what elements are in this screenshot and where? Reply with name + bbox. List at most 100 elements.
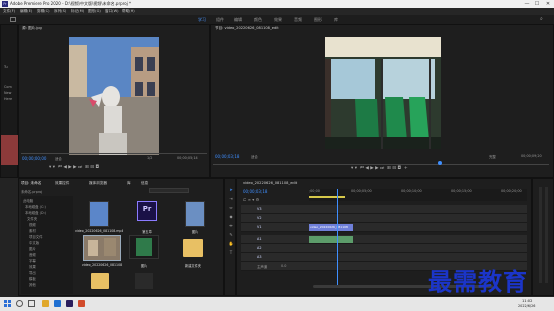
source-fit-select[interactable]: 适合 — [55, 156, 62, 161]
folder-icon[interactable] — [91, 273, 109, 289]
timeline-playhead[interactable] — [337, 189, 338, 285]
workspace-assembly[interactable]: 组件 — [216, 17, 224, 23]
task-view-icon[interactable] — [28, 300, 35, 307]
app-taskbar-icon[interactable] — [78, 300, 85, 307]
media-item-image[interactable] — [185, 201, 205, 227]
program-fit-select[interactable]: 适合 — [251, 154, 258, 159]
tree-item[interactable]: 中文版 — [29, 240, 39, 245]
tab-project[interactable]: 项目: 未命名 — [21, 181, 41, 186]
camera-icon[interactable]: ◘ — [95, 165, 99, 170]
media-item-dark[interactable] — [135, 273, 153, 289]
source-scrub-bar[interactable] — [21, 153, 207, 154]
track-select-icon[interactable]: ⇥ — [228, 196, 234, 202]
prog-mark-in-icon[interactable]: ▾ — [351, 166, 353, 171]
windows-start-icon[interactable] — [4, 300, 11, 307]
prog-go-to-in-icon[interactable]: ⏮ — [360, 166, 364, 171]
mark-in-icon[interactable]: ▾ — [49, 165, 51, 170]
workspace-editing[interactable]: 编辑 — [234, 17, 242, 23]
program-scale-select[interactable]: 完整 — [489, 154, 496, 159]
work-area-bar[interactable] — [309, 196, 345, 198]
tree-item[interactable]: 项目文件 — [29, 234, 43, 239]
prog-play-icon[interactable]: ▶ — [370, 166, 373, 171]
track-label[interactable]: A2 — [257, 246, 261, 250]
go-to-in-icon[interactable]: ⏮ — [58, 165, 62, 170]
home-icon[interactable] — [10, 17, 16, 22]
insert-icon[interactable]: ⊞ — [85, 165, 89, 170]
ripple-edit-icon[interactable]: ⇔ — [228, 205, 234, 211]
search-icon[interactable]: ⌕ — [540, 17, 546, 22]
menu-file[interactable]: 文件(F) — [3, 9, 15, 14]
prog-go-to-out-icon[interactable]: ⏭ — [380, 166, 384, 171]
tree-item[interactable]: 本地磁盘 (D:) — [25, 210, 46, 215]
marker-icon[interactable]: ▾ — [252, 197, 254, 202]
menu-graphics[interactable]: 图形(G) — [88, 9, 101, 14]
menu-marker[interactable]: 标记(M) — [71, 9, 84, 14]
lift-icon[interactable]: ⊞ — [387, 166, 391, 171]
source-scale-select[interactable]: 1/2 — [147, 156, 152, 160]
clock-time[interactable]: 11:02 — [522, 299, 532, 303]
source-timecode[interactable]: 00;00;00;00 — [22, 156, 46, 161]
tree-item[interactable]: 效果 — [29, 264, 36, 269]
tree-item[interactable]: 文件夹 — [27, 216, 37, 221]
hand-icon[interactable]: ✋ — [228, 241, 234, 247]
play-icon[interactable]: ▶ — [68, 165, 71, 170]
mark-out-icon[interactable]: ▾ — [53, 165, 55, 170]
pen-icon[interactable]: ✎ — [228, 232, 234, 238]
go-to-out-icon[interactable]: ⏭ — [78, 165, 82, 170]
track-label[interactable]: A1 — [257, 237, 261, 241]
tree-item[interactable]: 音频 — [29, 252, 36, 257]
menu-edit[interactable]: 编辑(E) — [20, 9, 32, 14]
timeline-timecode[interactable]: 00;00;03;18 — [243, 189, 267, 194]
workspace-libraries[interactable]: 库 — [334, 17, 338, 23]
prog-step-back-icon[interactable]: ◀ — [365, 166, 368, 171]
extract-icon[interactable]: ⊟ — [392, 166, 396, 171]
tree-item[interactable]: 导出 — [29, 270, 36, 275]
workspace-learning[interactable]: 学习 — [198, 17, 206, 23]
type-icon[interactable]: T — [228, 250, 234, 256]
track-label[interactable]: V3 — [257, 207, 261, 211]
file-explorer-icon[interactable] — [42, 300, 49, 307]
wrench-icon[interactable]: ⚙ — [256, 197, 260, 202]
tree-item[interactable]: 本地磁盘 (C:) — [25, 204, 46, 209]
tree-item[interactable]: 图片 — [29, 246, 36, 251]
program-playhead-icon[interactable] — [438, 161, 442, 165]
snap-icon[interactable]: ⊏ — [243, 197, 246, 202]
folder-icon[interactable] — [183, 239, 203, 257]
tree-item[interactable]: 素材 — [29, 228, 36, 233]
tree-item[interactable]: 视频 — [29, 222, 36, 227]
track-label[interactable]: V2 — [257, 216, 261, 220]
maximize-button[interactable]: ☐ — [532, 0, 542, 8]
tree-item[interactable]: 字幕 — [29, 258, 36, 263]
tree-item[interactable]: 此电脑 — [23, 198, 33, 203]
premiere-project-icon[interactable]: Pr — [137, 201, 157, 221]
audio-clip[interactable] — [309, 236, 353, 243]
step-forward-icon[interactable]: ▶ — [73, 165, 76, 170]
menu-clip[interactable]: 剪辑(C) — [37, 9, 50, 14]
selection-tool-icon[interactable]: ➤ — [228, 187, 234, 193]
media-item-tram[interactable] — [129, 235, 159, 259]
media-item-video[interactable] — [89, 201, 109, 227]
workspace-color[interactable]: 颜色 — [254, 17, 262, 23]
razor-icon[interactable]: ◆ — [228, 214, 234, 220]
tab-libraries[interactable]: 库 — [127, 181, 131, 186]
overwrite-icon[interactable]: ⊟ — [90, 165, 94, 170]
tab-info[interactable]: 信息 — [141, 181, 148, 186]
time-ruler[interactable]: ;00;00 00;00;05;00 00;00;10;00 00;00;15;… — [309, 189, 527, 201]
step-back-icon[interactable]: ◀ — [63, 165, 66, 170]
workspace-graphics[interactable]: 图形 — [314, 17, 322, 23]
menu-window[interactable]: 窗口(W) — [105, 9, 119, 14]
premiere-taskbar-icon[interactable] — [66, 300, 73, 307]
tab-media-browser[interactable]: 媒体浏览器 — [89, 181, 107, 186]
close-button[interactable]: ✕ — [543, 0, 553, 8]
track-label[interactable]: V1 — [257, 225, 261, 229]
search-taskbar-icon[interactable] — [16, 300, 23, 307]
menu-sequence[interactable]: 序列(S) — [54, 9, 66, 14]
slip-icon[interactable]: ⇹ — [228, 223, 234, 229]
export-frame-icon[interactable]: ◘ — [397, 166, 401, 171]
workspace-audio[interactable]: 音频 — [294, 17, 302, 23]
tree-item[interactable]: 模板 — [29, 276, 36, 281]
track-label[interactable]: A3 — [257, 255, 261, 259]
workspace-effects[interactable]: 效果 — [274, 17, 282, 23]
tab-effect-controls[interactable]: 效果控件 — [55, 181, 69, 186]
prog-mark-out-icon[interactable]: ▾ — [355, 166, 357, 171]
